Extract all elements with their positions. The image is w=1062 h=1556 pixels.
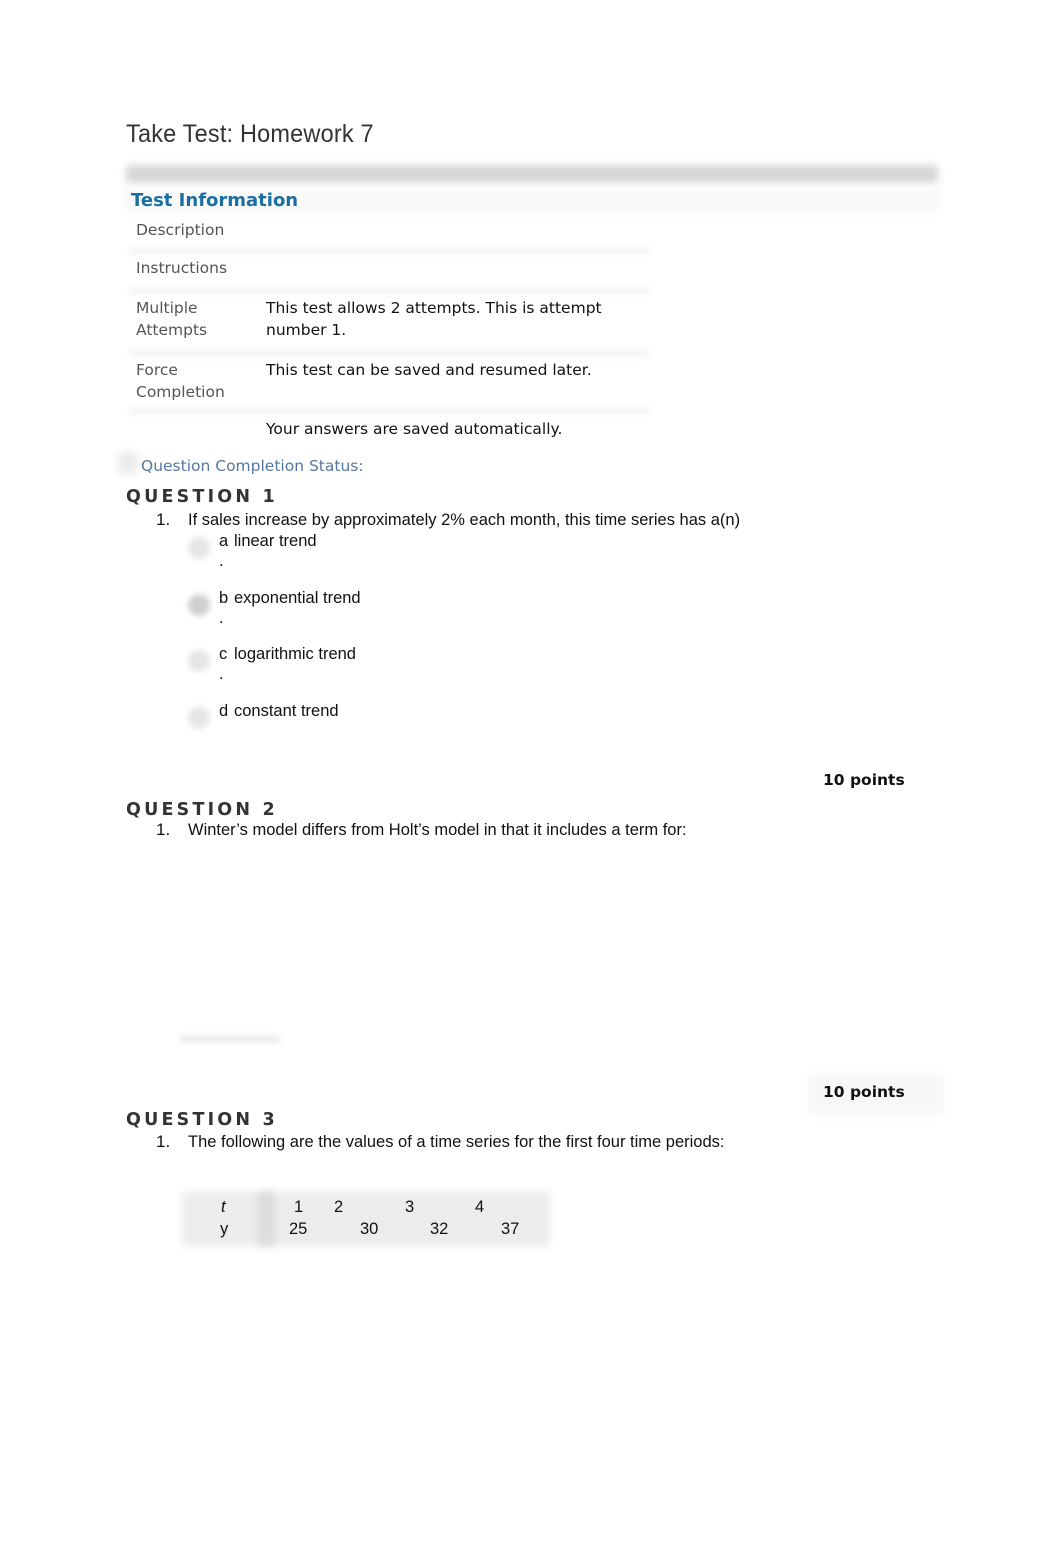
option-text[interactable]: constant trend [234, 702, 339, 721]
question-1-number: 1. [156, 510, 171, 529]
value-line: number 1. [266, 321, 347, 339]
label-line: Completion [136, 383, 225, 401]
row-divider [130, 408, 650, 414]
answer-option-d[interactable]: d constant trend [186, 702, 446, 748]
label-line: Attempts [136, 321, 208, 339]
radio-button[interactable] [188, 650, 210, 672]
expand-status-icon[interactable] [118, 452, 138, 474]
table-column-divider [258, 1192, 274, 1246]
answer-option-a[interactable]: a linear trend . [186, 532, 446, 578]
instructions-label: Instructions [136, 259, 228, 277]
radio-button[interactable] [188, 537, 210, 559]
question-2-number: 1. [156, 820, 171, 839]
page-title: Take Test: Homework 7 [126, 120, 374, 148]
answer-option-c[interactable]: c logarithmic trend . [186, 645, 446, 691]
answer-option-b[interactable]: b exponential trend . [186, 589, 446, 635]
y-value: 37 [501, 1220, 520, 1238]
option-letter: b [219, 589, 229, 607]
radio-button-selected[interactable] [188, 594, 210, 616]
t-value: 1 [294, 1198, 304, 1216]
row-divider [130, 288, 650, 294]
obscured-answer-area [180, 1036, 280, 1042]
option-letter: a [219, 532, 229, 550]
action-bar [126, 165, 938, 183]
question-completion-status[interactable]: Question Completion Status: [141, 457, 364, 475]
t-value: 3 [405, 1198, 415, 1216]
option-dot: . [219, 665, 224, 683]
question-1-text: If sales increase by approximately 2% ea… [188, 511, 741, 529]
option-text[interactable]: logarithmic trend [234, 645, 356, 664]
y-value: 32 [430, 1220, 449, 1238]
y-value: 30 [360, 1220, 379, 1238]
question-3-header: QUESTION 3 [126, 1110, 278, 1130]
question-3-text: The following are the values of a time s… [188, 1133, 725, 1151]
question-2-text: Winter’s model differs from Holt’s model… [188, 821, 687, 839]
multiple-attempts-label: Multiple Attempts [136, 297, 207, 341]
value-line: This test allows 2 attempts. This is att… [266, 299, 602, 317]
question-2-header: QUESTION 2 [126, 800, 278, 820]
question-1-header: QUESTION 1 [126, 487, 278, 507]
option-letter: d [219, 702, 229, 720]
t-value: 2 [334, 1198, 344, 1216]
autosave-notice: Your answers are saved automatically. [266, 420, 563, 438]
radio-button[interactable] [188, 707, 210, 729]
row-divider [130, 248, 650, 254]
option-dot: . [219, 552, 224, 570]
test-information-heading[interactable]: Test Information [131, 190, 298, 211]
row-label-y: y [220, 1220, 229, 1238]
question-1-points: 10 points [823, 771, 905, 789]
label-line: Force [136, 361, 178, 379]
row-divider [130, 350, 650, 356]
multiple-attempts-value: This test allows 2 attempts. This is att… [266, 297, 602, 341]
y-value: 25 [289, 1220, 308, 1238]
option-text[interactable]: linear trend [234, 532, 317, 551]
force-completion-label: Force Completion [136, 359, 225, 403]
question-3-number: 1. [156, 1132, 171, 1151]
option-letter: c [219, 645, 228, 663]
t-value: 4 [475, 1198, 485, 1216]
label-line: Multiple [136, 299, 198, 317]
description-label: Description [136, 221, 225, 239]
question-2-points: 10 points [823, 1083, 905, 1101]
row-label-t: t [221, 1198, 226, 1216]
option-text[interactable]: exponential trend [234, 589, 361, 608]
force-completion-value: This test can be saved and resumed later… [266, 361, 592, 379]
time-series-table: t 1 2 3 4 y 25 30 32 37 [182, 1192, 550, 1246]
option-dot: . [219, 609, 224, 627]
